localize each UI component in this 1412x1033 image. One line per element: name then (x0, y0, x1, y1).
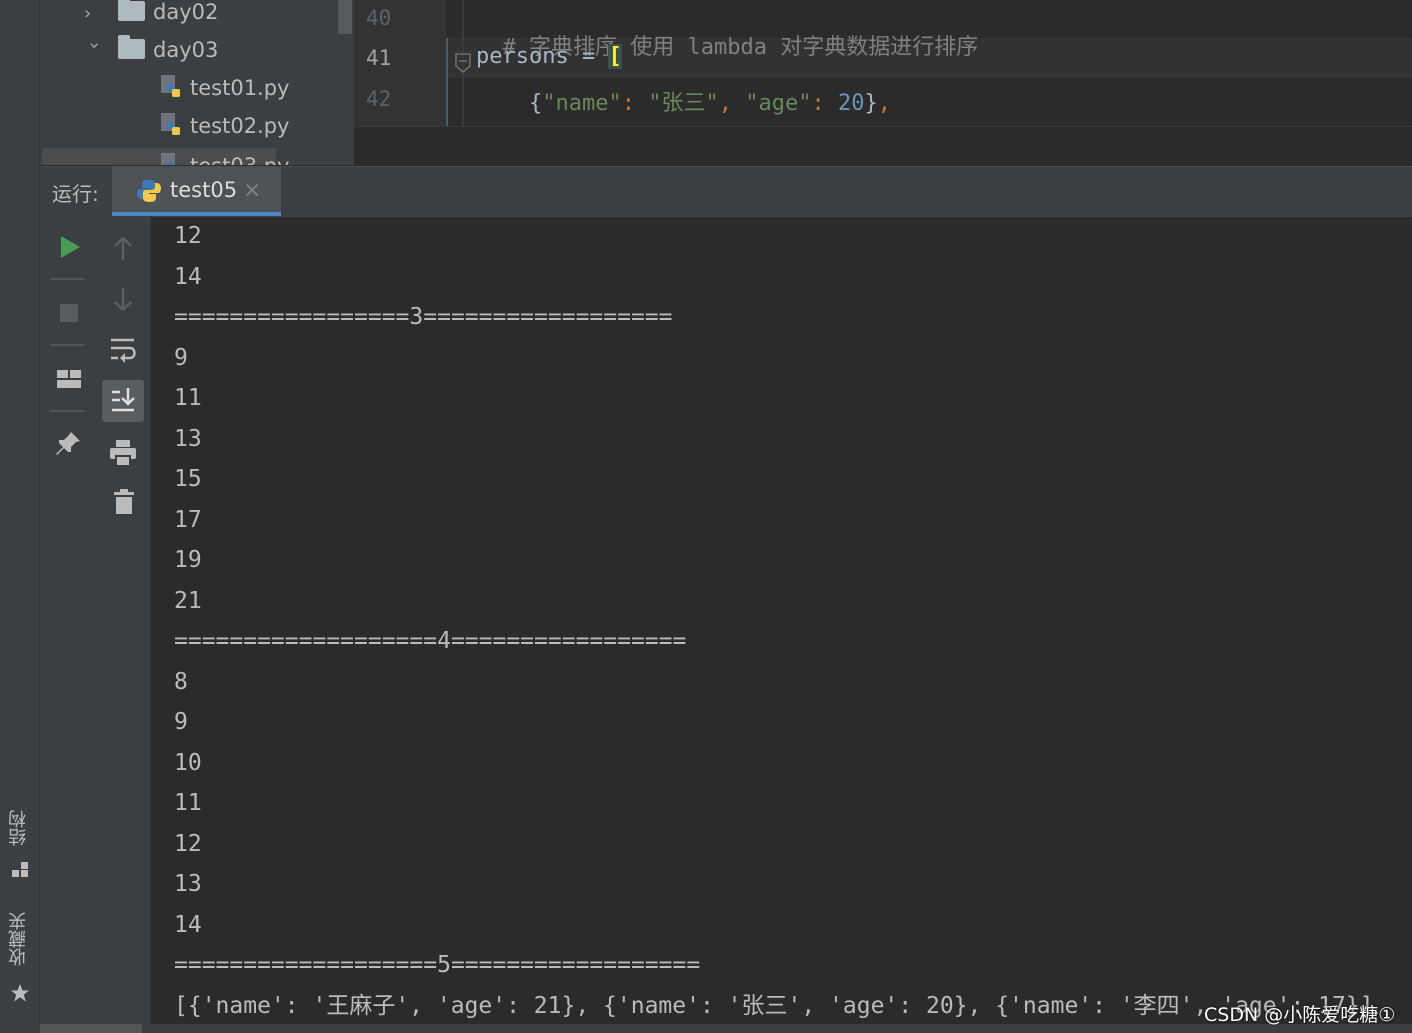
tree-item-test03[interactable]: test03.py (160, 148, 289, 165)
arrow-up-icon[interactable] (112, 236, 134, 262)
folder-icon (118, 0, 145, 21)
tree-item-label: test03.py (190, 154, 289, 165)
layout-icon[interactable] (56, 368, 82, 390)
code-bracket: [ (608, 44, 622, 69)
console-output[interactable] (151, 217, 1412, 1025)
code-punct: , (718, 91, 746, 116)
code-string: "name" (542, 91, 622, 116)
tree-item-test02[interactable]: test02.py (160, 108, 289, 144)
console-line: 11 (174, 790, 202, 816)
console-line: 9 (174, 709, 188, 735)
tree-item-day02[interactable]: › day02 (84, 0, 218, 30)
console-line: 19 (174, 547, 202, 573)
line-number: 40 (366, 6, 392, 30)
run-actions-column (40, 217, 96, 1025)
python-file-icon (160, 152, 182, 165)
scrollbar-thumb[interactable] (40, 1024, 142, 1033)
pin-icon[interactable] (54, 430, 82, 458)
code-string: "张三" (648, 91, 719, 116)
code-brace: } (864, 91, 878, 116)
horizontal-scrollbar[interactable] (0, 1024, 1412, 1033)
fold-icon[interactable] (454, 52, 472, 74)
run-label: 运行: (52, 182, 99, 206)
code-punct: , (877, 91, 891, 116)
code-brace: { (528, 91, 543, 116)
code-punct: : (621, 91, 649, 116)
scroll-to-end-button[interactable] (102, 380, 144, 422)
separator (50, 278, 84, 280)
star-icon (11, 984, 29, 1002)
console-line: 21 (174, 587, 202, 614)
structure-icon (12, 862, 28, 877)
run-tab-label: test05 (170, 178, 238, 202)
console-line: 14 (174, 263, 202, 290)
console-line: 12 (174, 223, 202, 249)
tree-item-label: test02.py (190, 114, 290, 138)
chevron-down-icon[interactable]: › (76, 42, 112, 62)
console-line: 11 (174, 385, 202, 411)
stop-icon[interactable] (58, 302, 80, 324)
code-operator: = (568, 44, 609, 69)
console-line: 9 (174, 344, 188, 371)
console-line: ===================4================= (174, 628, 687, 654)
favorites-tab-label: 收藏夹 (8, 912, 29, 966)
line-number: 42 (366, 87, 392, 111)
tree-item-test01[interactable]: test01.py (160, 70, 289, 106)
console-line: 17 (174, 506, 202, 533)
console-line: 8 (174, 668, 188, 695)
left-tool-strip: 结构 收藏夹 (0, 0, 40, 1033)
arrow-down-icon[interactable] (112, 286, 134, 312)
print-icon[interactable] (108, 438, 138, 468)
code-line-41: persons = [ (476, 44, 622, 69)
separator (50, 410, 84, 412)
scroll-to-end-icon (112, 388, 135, 412)
active-tab-indicator (112, 212, 281, 216)
favorites-tab[interactable]: 收藏夹 (6, 912, 34, 966)
code-line-42: {"name": "张三", "age": 20}, (476, 85, 891, 117)
code-punct: : (811, 91, 838, 116)
console-line: 13 (174, 871, 202, 897)
console-line: ===================5================== (174, 952, 701, 978)
editor-empty-area (354, 126, 1412, 166)
tree-scrollbar[interactable] (338, 0, 352, 34)
close-tab-icon[interactable]: × (243, 178, 261, 203)
console-line: 13 (174, 425, 202, 452)
line-gutter: 40 41 42 (354, 0, 446, 126)
console-line: 14 (174, 911, 202, 938)
tree-item-day03[interactable]: › day03 (84, 32, 218, 68)
tree-clip: test03.py (40, 148, 340, 165)
trash-icon[interactable] (112, 488, 136, 516)
chevron-right-icon[interactable]: › (84, 0, 104, 32)
code-string: "age" (745, 91, 812, 116)
line-number: 41 (366, 46, 392, 70)
console-line: 12 (174, 830, 202, 857)
console-line: 10 (174, 749, 202, 776)
soft-wrap-icon[interactable] (108, 336, 138, 364)
indent-guide (446, 38, 448, 126)
tree-item-label: day02 (153, 0, 219, 24)
folder-icon (118, 35, 145, 59)
watermark: CSDN @小陈爱吃糖① (1204, 1004, 1396, 1026)
code-number: 20 (837, 91, 865, 116)
python-file-icon (160, 112, 182, 138)
structure-tab-label: 结构 (8, 810, 29, 846)
tree-item-label: test01.py (190, 76, 290, 100)
tree-item-label: day03 (153, 38, 219, 62)
structure-tab[interactable]: 结构 (6, 810, 34, 846)
separator (50, 344, 84, 346)
console-line: 15 (174, 466, 202, 492)
rerun-play-icon[interactable] (58, 234, 82, 260)
code-identifier: persons (476, 44, 569, 69)
console-line: =================3================== (174, 304, 673, 330)
python-icon (137, 180, 161, 202)
console-line: [{'name': '王麻子', 'age': 21}, {'name': '张… (174, 992, 1374, 1019)
python-file-icon (160, 74, 182, 100)
